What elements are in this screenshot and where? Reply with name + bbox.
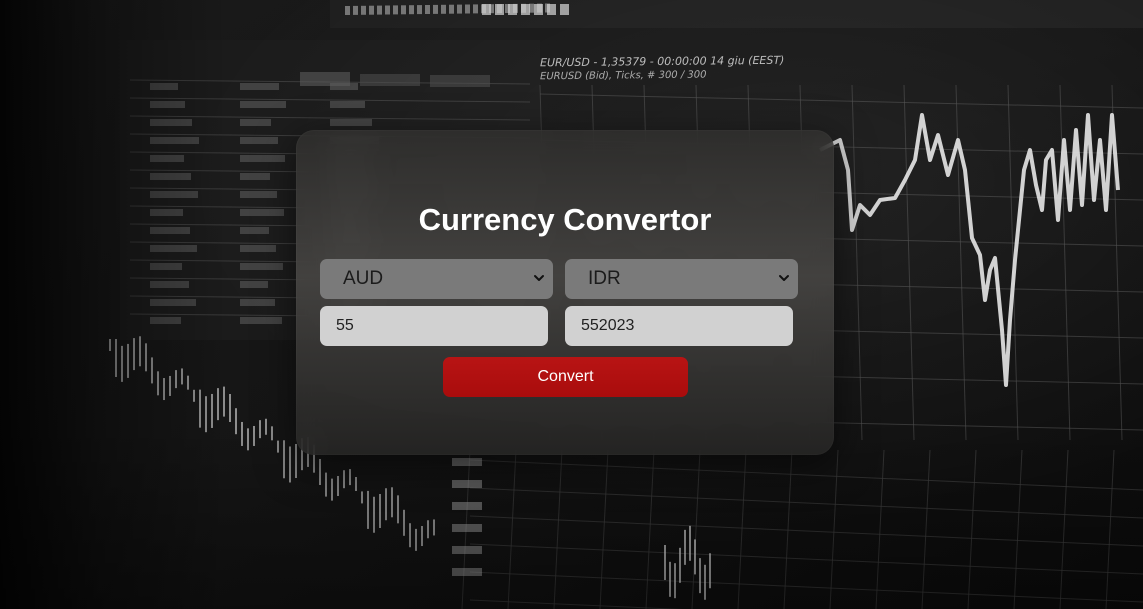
result-input-wrap: [565, 306, 793, 346]
to-currency-select-wrap: IDR: [565, 259, 798, 299]
background-caption-subtitle: EURUSD (Bid), Ticks, # 300 / 300: [540, 69, 707, 83]
result-input[interactable]: [565, 306, 793, 346]
from-currency-select[interactable]: AUD: [320, 259, 553, 299]
background-caption-title: EUR/USD - 1,35379 - 00:00:00 14 giu (EES…: [540, 53, 785, 70]
background-chart-caption: EUR/USD - 1,35379 - 00:00:00 14 giu (EES…: [540, 54, 784, 85]
to-currency-value: IDR: [588, 268, 621, 289]
chevron-down-icon: [779, 275, 789, 281]
from-currency-select-wrap: AUD: [320, 259, 553, 299]
from-currency-value: AUD: [343, 268, 384, 289]
converter-card: Currency Convertor AUD IDR Convert: [296, 130, 834, 455]
page-title: Currency Convertor: [418, 202, 712, 237]
amount-input-wrap: [320, 306, 548, 346]
convert-button[interactable]: Convert: [443, 357, 688, 397]
to-currency-select[interactable]: IDR: [565, 259, 798, 299]
chevron-down-icon: [534, 275, 544, 281]
amount-input[interactable]: [320, 306, 548, 346]
